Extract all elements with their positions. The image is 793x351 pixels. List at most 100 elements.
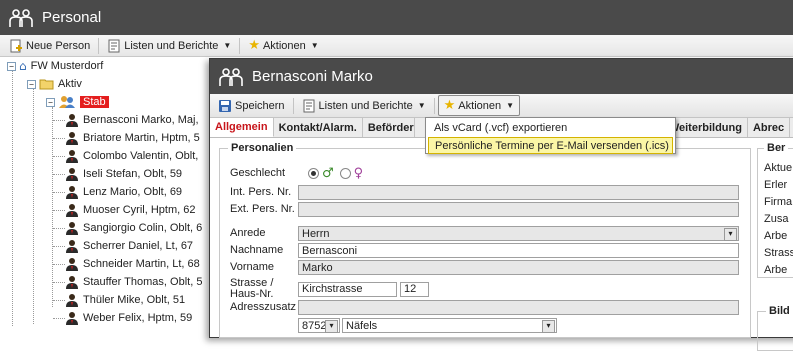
tree-guide [12, 71, 13, 326]
tab-abrechnung[interactable]: Abrec [748, 118, 791, 137]
tree-person-label: Iseli Stefan, Oblt, 59 [83, 168, 183, 180]
tree-label-root: FW Musterdorf [30, 60, 104, 72]
tree-person-item[interactable]: Sangiorgio Colin, Oblt, 6 [53, 219, 202, 237]
int-pers-nr-label: Int. Pers. Nr. [230, 186, 292, 198]
vorname-row: Vorname Marko [230, 260, 739, 275]
personnel-icon [219, 67, 243, 86]
tree-person-label: Schneider Martin, Lt, 68 [83, 258, 200, 270]
hausnr-field[interactable]: 12 [400, 281, 429, 297]
adresszusatz-label: Adresszusatz [230, 301, 297, 313]
menu-item-send-ics[interactable]: Persönliche Termine per E-Mail versenden… [428, 137, 673, 154]
report-icon [108, 39, 120, 52]
plz-select[interactable]: 8752 [298, 318, 340, 333]
adresszusatz-row: Adresszusatz [230, 300, 739, 315]
actions-label: Aktionen [262, 39, 306, 52]
tree-guide [53, 245, 65, 247]
anrede-select[interactable]: Herrn [298, 226, 739, 241]
dialog-actions-button[interactable]: ★ Aktionen ▼ [437, 95, 521, 116]
beruf-item-label: Arbe [764, 230, 788, 242]
bild-legend: Bild [766, 305, 793, 317]
lists-reports-label: Listen und Berichte [124, 39, 219, 52]
gender-label: Geschlecht [230, 167, 286, 179]
folder-open-icon [39, 79, 54, 90]
adresszusatz-field[interactable] [298, 300, 739, 315]
strasse-field[interactable]: Kirchstrasse [298, 281, 397, 297]
nachname-label: Nachname [230, 244, 284, 256]
tree-guide [53, 263, 65, 265]
toolbar-separator [239, 37, 241, 54]
ext-pers-nr-row: Ext. Pers. Nr. [230, 202, 739, 217]
new-person-button[interactable]: Neue Person [4, 37, 95, 55]
anrede-row: Anrede Herrn [230, 226, 739, 241]
ext-pers-nr-field[interactable] [298, 202, 739, 217]
person-icon [66, 240, 78, 253]
beruf-item-label: Erler [764, 179, 788, 191]
strasse-label: Strasse / Haus-Nr. [230, 277, 274, 300]
group-icon [59, 96, 75, 108]
ort-select[interactable]: Näfels [342, 318, 557, 333]
tree-person-item[interactable]: Muoser Cyril, Hptm, 62 [53, 201, 195, 219]
tree-node-active[interactable]: − Aktiv [27, 75, 82, 93]
tree-guide [53, 155, 65, 157]
tree-node-stab[interactable]: − Stab [46, 93, 109, 111]
tree-person-item[interactable]: Thüler Mike, Oblt, 51 [53, 291, 185, 309]
new-document-icon [10, 39, 22, 52]
gender-female-radio[interactable] [339, 168, 351, 179]
tree-guide [53, 317, 65, 319]
save-button[interactable]: Speichern [213, 97, 290, 115]
personalien-fieldset: Personalien Geschlecht ♂ ♀ Int. Pers. Nr… [219, 142, 751, 338]
save-label: Speichern [235, 99, 285, 112]
nachname-field[interactable]: Bernasconi [298, 243, 739, 258]
tab-befoerderung[interactable]: Beförder [363, 118, 415, 137]
dialog-title: Bernasconi Marko [252, 68, 373, 85]
collapse-icon[interactable]: − [46, 97, 55, 107]
collapse-icon[interactable]: − [7, 61, 16, 71]
tree-person-label: Thüler Mike, Oblt, 51 [83, 294, 186, 306]
save-icon [219, 99, 231, 112]
tab-allgemein[interactable]: Allgemein [210, 118, 274, 137]
tree-person-item[interactable]: Weber Felix, Hptm, 59 [53, 309, 192, 327]
tree-person-item[interactable]: Briatore Martin, Hptm, 5 [53, 129, 200, 147]
vorname-field[interactable]: Marko [298, 260, 739, 275]
tree-guide [53, 227, 65, 229]
actions-button[interactable]: ★ Aktionen ▼ [243, 36, 323, 55]
bild-fieldset: Bild [757, 305, 793, 351]
tree-person-item[interactable]: Lenz Mario, Oblt, 69 [53, 183, 182, 201]
menu-item-export-vcard[interactable]: Als vCard (.vcf) exportieren [428, 119, 673, 136]
star-icon: ★ [443, 98, 456, 113]
int-pers-nr-field[interactable] [298, 185, 739, 200]
person-icon [66, 150, 78, 163]
anrede-label: Anrede [230, 227, 266, 239]
tree-person-item[interactable]: Schneider Martin, Lt, 68 [53, 255, 200, 273]
personnel-icon [9, 8, 33, 27]
tree-person-item[interactable]: Scherrer Daniel, Lt, 67 [53, 237, 193, 255]
tree-person-label: Sangiorgio Colin, Oblt, 6 [83, 222, 203, 234]
person-icon [66, 276, 78, 289]
tree-person-item[interactable]: Bernasconi Marko, Maj, [53, 111, 199, 129]
tree-person-item[interactable]: Stauffer Thomas, Oblt, 5 [53, 273, 202, 291]
tab-kontakt-alarm[interactable]: Kontakt/Alarm. [274, 118, 363, 137]
tree-person-item[interactable]: Iseli Stefan, Oblt, 59 [53, 165, 182, 183]
tree-guide [53, 209, 65, 211]
female-icon: ♀ [353, 166, 364, 181]
plz-ort-row: 8752 Näfels [230, 318, 557, 333]
tree-guide [33, 89, 34, 324]
lists-reports-button[interactable]: Listen und Berichte ▼ [102, 37, 236, 55]
beruf-legend: Ber [764, 142, 789, 154]
tree-guide [53, 137, 65, 139]
person-dialog: Bernasconi Marko Speichern Listen und Be… [209, 58, 793, 351]
tree-guide [53, 191, 65, 193]
person-icon [66, 186, 78, 199]
tree-node-root[interactable]: − ⌂ FW Musterdorf [7, 57, 103, 75]
tree-person-label: Bernasconi Marko, Maj, [83, 114, 199, 126]
personalien-legend: Personalien [228, 142, 297, 154]
gender-male-radio[interactable] [308, 168, 319, 179]
dialog-toolbar: Speichern Listen und Berichte ▼ ★ Aktion… [210, 94, 793, 118]
tree-guide [53, 299, 65, 301]
collapse-icon[interactable]: − [27, 79, 36, 89]
dialog-lists-reports-button[interactable]: Listen und Berichte ▼ [297, 97, 431, 115]
new-person-label: Neue Person [26, 39, 91, 52]
person-icon [66, 132, 78, 145]
tree-person-item[interactable]: Colombo Valentin, Oblt, [53, 147, 198, 165]
dialog-titlebar[interactable]: Bernasconi Marko [210, 59, 793, 94]
